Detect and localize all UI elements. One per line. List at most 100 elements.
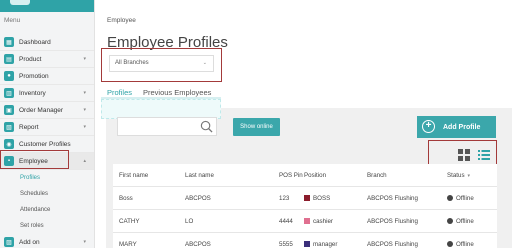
employee-highlight-box bbox=[0, 150, 69, 169]
tab-previous-employees[interactable]: Previous Employees bbox=[143, 88, 211, 97]
cell-last-name: ABCPOS bbox=[185, 241, 211, 248]
sidebar-item-dashboard[interactable]: ▦ Dashboard bbox=[0, 34, 94, 51]
cell-branch: ABCPOS Flushing bbox=[367, 218, 418, 225]
dashboard-icon: ▦ bbox=[4, 37, 14, 47]
cell-last-name: LO bbox=[185, 218, 194, 225]
header-label: Branch bbox=[367, 172, 387, 179]
cell-first-name: MARY bbox=[119, 241, 137, 248]
header-label: First name bbox=[119, 172, 149, 179]
sidebar-item-label: Add on bbox=[19, 238, 40, 246]
header-label: POS Pin bbox=[279, 172, 303, 179]
tab-profiles[interactable]: Profiles bbox=[107, 88, 132, 97]
column-header-position[interactable]: Position bbox=[304, 172, 326, 179]
breadcrumb: Employee bbox=[107, 17, 136, 24]
cell-branch: ABCPOS Flushing bbox=[367, 241, 418, 248]
status-dot-icon bbox=[447, 241, 453, 247]
search-icon[interactable] bbox=[200, 120, 213, 133]
show-online-button[interactable]: Show online bbox=[233, 118, 280, 136]
chevron-down-icon: ▾ bbox=[83, 90, 86, 96]
sidebar-item-label: Product bbox=[19, 55, 42, 63]
cell-status: Offline bbox=[447, 241, 474, 248]
column-header-first-name[interactable]: First name bbox=[119, 172, 148, 179]
sidebar-item-inventory[interactable]: ▥ Inventory ▾ bbox=[0, 85, 94, 102]
sidebar-item-report[interactable]: ▧ Report ▾ bbox=[0, 119, 94, 136]
chevron-down-icon: ▾ bbox=[83, 107, 86, 113]
cell-first-name: CATHY bbox=[119, 218, 140, 225]
position-color-swatch bbox=[304, 195, 310, 201]
status-label: Offline bbox=[456, 195, 474, 202]
position-label: BOSS bbox=[313, 195, 331, 202]
plus-icon: + bbox=[422, 120, 435, 133]
grid-view-icon[interactable] bbox=[458, 149, 470, 161]
sidebar-item-label: Order Manager bbox=[19, 106, 64, 114]
customer-icon: ◉ bbox=[4, 139, 14, 149]
status-label: Offline bbox=[456, 218, 474, 225]
header-label: Position bbox=[304, 172, 327, 179]
sidebar-item-add-on[interactable]: ▨ Add on ▾ bbox=[0, 234, 94, 248]
header-label: Last name bbox=[185, 172, 214, 179]
branch-select-value: All Branches bbox=[115, 60, 149, 66]
header-label: Status bbox=[447, 172, 465, 179]
add-profile-button[interactable]: + Add Profile bbox=[417, 116, 496, 138]
add-on-icon: ▨ bbox=[4, 237, 14, 247]
status-label: Offline bbox=[456, 241, 474, 248]
column-header-pos-pin[interactable]: POS Pin bbox=[279, 172, 303, 179]
position-label: manager bbox=[313, 241, 338, 248]
table-header-row: First name Last name POS Pin Position Br… bbox=[113, 164, 497, 187]
column-header-last-name[interactable]: Last name bbox=[185, 172, 214, 179]
sidebar-subitem-schedules[interactable]: Schedules bbox=[0, 186, 94, 202]
status-dot-icon bbox=[447, 195, 453, 201]
search-input[interactable] bbox=[117, 117, 217, 136]
menu-label: Menu bbox=[4, 17, 21, 24]
sidebar-subitem-set-roles[interactable]: Set roles bbox=[0, 218, 94, 234]
promotion-icon: ● bbox=[4, 71, 14, 81]
sidebar-item-order-manager[interactable]: ▣ Order Manager ▾ bbox=[0, 102, 94, 119]
chevron-down-icon: ⌄ bbox=[202, 60, 207, 66]
cell-position: cashier bbox=[304, 218, 333, 225]
sidebar-subitem-profiles[interactable]: Profiles bbox=[0, 170, 94, 186]
order-icon: ▣ bbox=[4, 105, 14, 115]
inventory-icon: ▥ bbox=[4, 88, 14, 98]
cell-status: Offline bbox=[447, 218, 474, 225]
sidebar: Menu ▦ Dashboard ▤ Product ▾ ● Promotion… bbox=[0, 0, 95, 248]
tab-underline bbox=[101, 97, 221, 99]
status-dot-icon bbox=[447, 218, 453, 224]
sidebar-item-product[interactable]: ▤ Product ▾ bbox=[0, 51, 94, 68]
branch-highlight-box: All Branches ⌄ bbox=[101, 48, 222, 82]
sidebar-item-label: Inventory bbox=[19, 89, 46, 97]
cell-pos-pin: 123 bbox=[279, 195, 290, 202]
cell-pos-pin: 4444 bbox=[279, 218, 293, 225]
cell-branch: ABCPOS Flushing bbox=[367, 195, 418, 202]
column-header-branch[interactable]: Branch bbox=[367, 172, 387, 179]
cell-pos-pin: 5555 bbox=[279, 241, 293, 248]
list-view-icon[interactable] bbox=[478, 149, 490, 161]
table-row[interactable]: Boss ABCPOS 123 BOSS ABCPOS Flushing Offline bbox=[113, 187, 497, 210]
sidebar-item-label: Report bbox=[19, 123, 39, 131]
employee-table: First name Last name POS Pin Position Br… bbox=[113, 164, 497, 248]
branch-select[interactable]: All Branches ⌄ bbox=[109, 55, 214, 72]
product-icon: ▤ bbox=[4, 54, 14, 64]
position-color-swatch bbox=[304, 241, 310, 247]
add-profile-label: Add Profile bbox=[443, 123, 481, 131]
position-color-swatch bbox=[304, 218, 310, 224]
table-row[interactable]: MARY ABCPOS 5555 manager ABCPOS Flushing Offl… bbox=[113, 233, 497, 248]
tab-highlight-box bbox=[101, 99, 221, 119]
sidebar-subitem-attendance[interactable]: Attendance bbox=[0, 202, 94, 218]
report-icon: ▧ bbox=[4, 122, 14, 132]
sidebar-topbar bbox=[0, 0, 94, 12]
position-label: cashier bbox=[313, 218, 333, 225]
sidebar-item-label: Promotion bbox=[19, 72, 49, 80]
chevron-up-icon: ▴ bbox=[83, 158, 86, 164]
column-header-status[interactable]: Status ▾ bbox=[447, 172, 470, 179]
sidebar-item-label: Customer Profiles bbox=[19, 140, 71, 148]
table-row[interactable]: CATHY LO 4444 cashier ABCPOS Flushing Offline bbox=[113, 210, 497, 233]
sidebar-item-label: Dashboard bbox=[19, 38, 51, 46]
sort-arrow-icon: ▾ bbox=[467, 173, 471, 179]
chevron-down-icon: ▾ bbox=[83, 56, 86, 62]
sidebar-item-promotion[interactable]: ● Promotion bbox=[0, 68, 94, 85]
chevron-down-icon: ▾ bbox=[83, 124, 86, 130]
chevron-down-icon: ▾ bbox=[83, 239, 86, 245]
cell-position: BOSS bbox=[304, 195, 330, 202]
cell-status: Offline bbox=[447, 195, 474, 202]
logo bbox=[10, 0, 30, 5]
